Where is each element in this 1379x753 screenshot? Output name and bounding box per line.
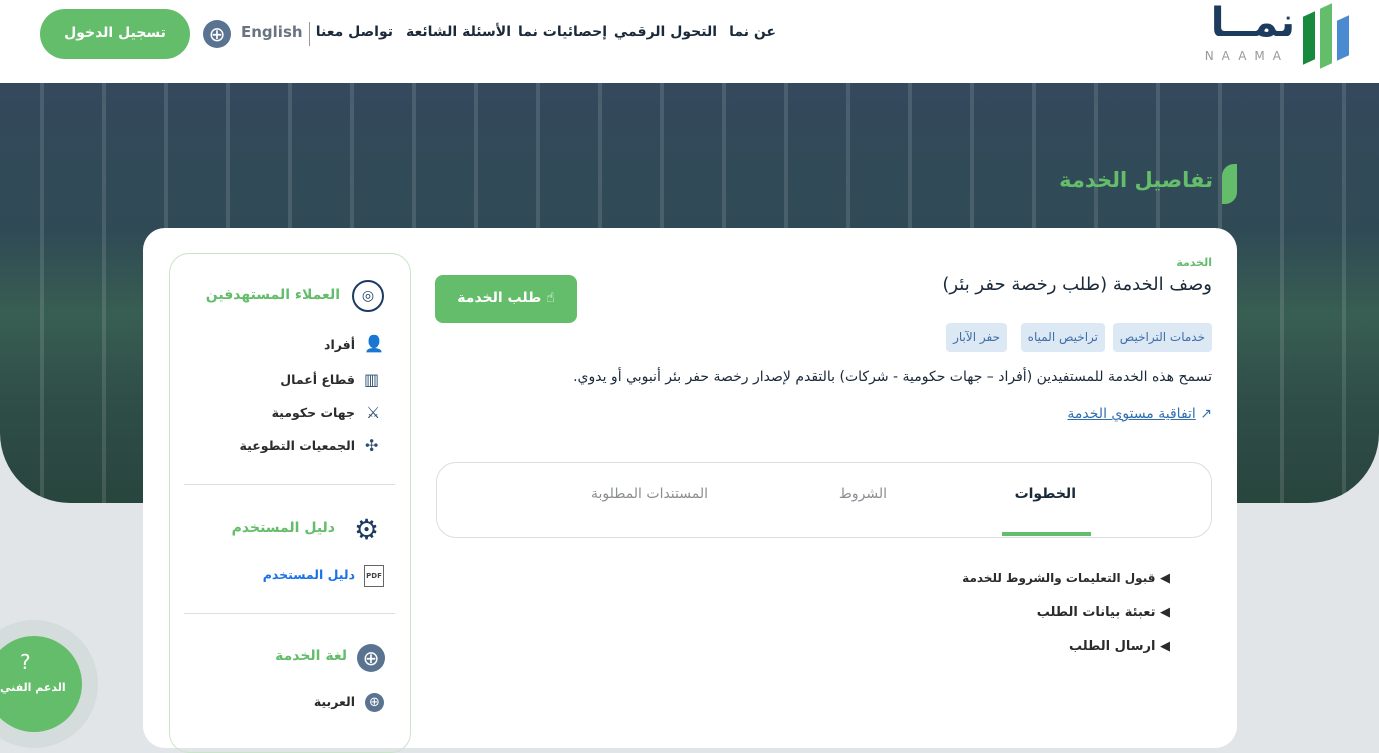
customers-title: العملاء المستهدفين: [205, 287, 340, 303]
sla-link[interactable]: ↗ اتفاقية مستوي الخدمة: [1067, 406, 1212, 422]
globe-icon[interactable]: ⊕: [203, 20, 231, 48]
nav-faq[interactable]: الأسئلة الشائعة: [406, 24, 511, 40]
chat-question-icon: ?: [20, 650, 31, 674]
logo[interactable]: نمــا NAAMA: [1195, 0, 1357, 70]
sla-link-label: اتفاقية مستوي الخدمة: [1067, 406, 1196, 422]
tab-steps[interactable]: الخطوات: [1015, 486, 1076, 502]
globe-icon: ⊕: [357, 644, 385, 672]
request-service-label: طلب الخدمة: [457, 290, 542, 306]
step-label: قبول التعليمات والشروط للخدمة: [962, 571, 1156, 585]
external-link-icon: ↗: [1200, 406, 1212, 422]
nav-stats[interactable]: إحصائيات نما: [518, 24, 607, 40]
building-icon: ▥: [364, 370, 380, 389]
individual-icon: 👤: [364, 334, 384, 353]
title-leaf-icon: [1222, 164, 1237, 204]
globe-small-icon: ⊕: [365, 693, 384, 712]
customer-business: قطاع أعمال: [280, 372, 355, 387]
arrow-left-icon: ◀: [1155, 639, 1170, 654]
guide-link[interactable]: دليل المستخدم: [263, 567, 355, 582]
divider: [184, 484, 395, 485]
target-user-icon: ◎: [352, 280, 384, 312]
step-label: تعبئة بيانات الطلب: [1036, 605, 1156, 620]
logo-text: نمــا: [1210, 0, 1295, 46]
tag-wells: حفر الآبار: [946, 323, 1007, 352]
tab-conditions[interactable]: الشروط: [839, 486, 887, 502]
pdf-icon: PDF: [364, 565, 384, 587]
tab-active-indicator: [1002, 532, 1091, 536]
tag-licenses: خدمات التراخيص: [1112, 323, 1212, 352]
tab-documents[interactable]: المستندات المطلوبة: [591, 486, 708, 502]
divider: [309, 22, 310, 46]
customer-government: جهات حكومية: [271, 405, 355, 420]
arrow-left-icon: ◀: [1155, 571, 1170, 586]
logo-mark-icon: [1303, 2, 1355, 69]
tabs-bar: [436, 462, 1212, 538]
step-item: ◀ تعبئة بيانات الطلب: [1037, 605, 1170, 620]
network-icon: ✣: [365, 436, 379, 455]
service-title: وصف الخدمة (طلب رخصة حفر بئر): [942, 274, 1212, 295]
gear-icon: ⚙: [354, 513, 380, 546]
language-arabic: العربية: [313, 694, 355, 709]
customer-individuals: أفراد: [324, 337, 355, 352]
sidebar: [169, 253, 411, 753]
step-item: ◀ ارسال الطلب: [1069, 639, 1170, 654]
nav-about[interactable]: عن نما: [729, 24, 776, 40]
language-title: لغة الخدمة: [275, 648, 347, 664]
step-item: ◀ قبول التعليمات والشروط للخدمة: [962, 571, 1170, 586]
step-label: ارسال الطلب: [1068, 639, 1156, 654]
divider: [184, 613, 395, 614]
login-button[interactable]: تسجيل الدخول: [40, 9, 190, 59]
nav-contact[interactable]: تواصل معنا: [316, 24, 393, 40]
nav-digital[interactable]: التحول الرقمي: [614, 24, 717, 40]
logo-latin: NAAMA: [1204, 49, 1289, 63]
page-title: تفاصيل الخدمة: [1059, 168, 1213, 192]
customer-charities: الجمعيات التطوعية: [239, 438, 355, 453]
hand-pointer-icon: ☝: [546, 290, 555, 306]
guide-title: دليل المستخدم: [231, 520, 335, 536]
language-english[interactable]: English: [241, 23, 303, 41]
request-service-button[interactable]: ☝ طلب الخدمة: [435, 275, 577, 323]
service-label: الخدمة: [1176, 256, 1212, 269]
palm-swords-icon: ⚔: [366, 403, 381, 422]
support-label: الدعم الفني: [0, 681, 66, 694]
tag-water: تراخيص المياه: [1020, 323, 1105, 352]
arrow-left-icon: ◀: [1155, 605, 1170, 620]
service-description: تسمح هذه الخدمة للمستفيدين (أفراد – جهات…: [573, 369, 1212, 385]
